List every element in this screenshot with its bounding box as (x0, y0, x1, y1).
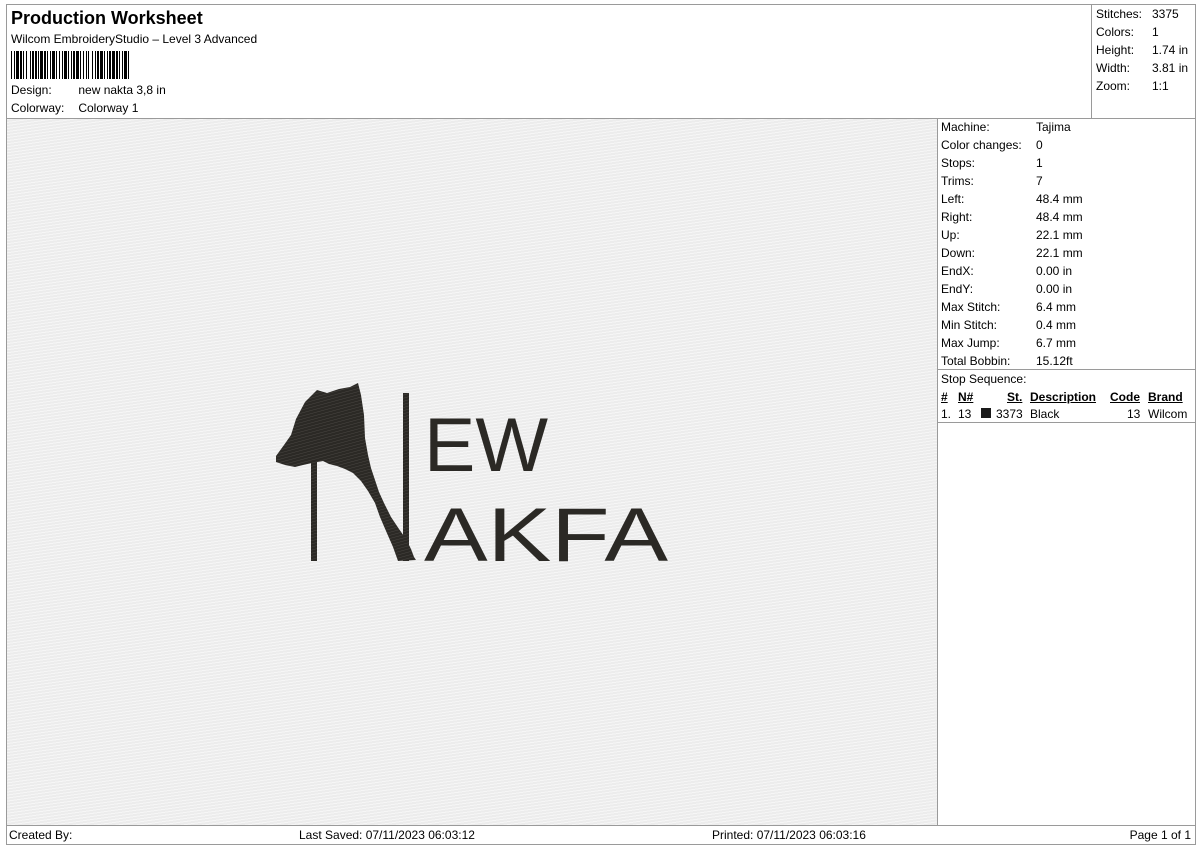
machine-row-value: 48.4 mm (1036, 192, 1083, 206)
stop-sequence-title: Stop Sequence: (941, 372, 1027, 386)
colorway-value: Colorway 1 (78, 101, 139, 115)
machine-row: Max Stitch: 6.4 mm (941, 300, 1076, 314)
map-silhouette-shape (276, 383, 416, 561)
machine-row-label: Machine: (941, 120, 990, 134)
design-text-line2: AKFA (424, 493, 668, 578)
machine-row-label: EndX: (941, 264, 974, 278)
machine-row-label: Max Stitch: (941, 300, 1001, 314)
embroidery-design: EW AKFA (276, 383, 668, 578)
summary-stats-panel: Stitches: 3375 Colors: 1 Height: 1.74 in Wi… (1091, 4, 1196, 119)
last-saved: Last Saved: 07/11/2023 06:03:12 (299, 828, 475, 842)
machine-row-value: 0.00 in (1036, 264, 1073, 278)
printed-date: Printed: 07/11/2023 06:03:16 (712, 828, 866, 842)
stat-stitches: Stitches: 3375 (1096, 7, 1179, 21)
machine-row-value: 0.4 mm (1036, 318, 1077, 332)
machine-row-value: 7 (1036, 174, 1043, 188)
machine-row-label: Left: (941, 192, 965, 206)
machine-row-label: Trims: (941, 174, 974, 188)
machine-row-value: 0 (1036, 138, 1043, 152)
machine-row-value: Tajima (1036, 120, 1071, 134)
machine-row-value: 6.4 mm (1036, 300, 1077, 314)
row-n: 13 (958, 407, 972, 421)
machine-row-value: 1 (1036, 156, 1043, 170)
design-text-line1: EW (424, 403, 548, 488)
row-description: Black (1030, 407, 1060, 421)
col-header-n: N# (958, 390, 974, 404)
machine-row: EndX: 0.00 in (941, 264, 1072, 278)
machine-row: Right: 48.4 mm (941, 210, 1083, 224)
software-name: Wilcom EmbroideryStudio – Level 3 Advanc… (11, 32, 258, 46)
design-label: Design: (11, 83, 52, 97)
machine-row-label: Up: (941, 228, 960, 242)
machine-row-label: Color changes: (941, 138, 1022, 152)
row-divider (938, 422, 1195, 423)
col-header-st: St. (1007, 390, 1023, 404)
machine-row: Min Stitch: 0.4 mm (941, 318, 1076, 332)
machine-row: EndY: 0.00 in (941, 282, 1072, 296)
machine-row: Up: 22.1 mm (941, 228, 1083, 242)
machine-row: Left: 48.4 mm (941, 192, 1083, 206)
col-header-description: Description (1030, 390, 1097, 404)
machine-row-label: Total Bobbin: (941, 354, 1011, 368)
created-by: Created By: (9, 828, 73, 842)
machine-row-value: 22.1 mm (1036, 228, 1083, 242)
page-number: Page 1 of 1 (1129, 828, 1191, 842)
machine-row-label: Right: (941, 210, 973, 224)
row-brand: Wilcom (1148, 407, 1188, 421)
colorway-label: Colorway: (11, 101, 65, 115)
row-st: 3373 (996, 407, 1023, 421)
col-header-num: # (941, 390, 948, 404)
stat-height: Height: 1.74 in (1096, 43, 1189, 57)
stop-sequence-panel: Stop Sequence: # N# St. Description Code… (937, 369, 1196, 826)
machine-row: Max Jump: 6.7 mm (941, 336, 1076, 350)
machine-row-value: 22.1 mm (1036, 246, 1083, 260)
machine-row-value: 48.4 mm (1036, 210, 1083, 224)
machine-row-label: Max Jump: (941, 336, 1000, 350)
barcode-image (11, 51, 129, 79)
machine-row-value: 0.00 in (1036, 282, 1073, 296)
design-value: new nakta 3,8 in (78, 83, 166, 97)
col-header-brand: Brand (1148, 390, 1183, 404)
worksheet-title: Production Worksheet (11, 8, 203, 28)
machine-row: Total Bobbin: 15.12ft (941, 354, 1073, 368)
machine-row: Stops: 1 (941, 156, 1043, 170)
machine-row-label: Stops: (941, 156, 976, 170)
stat-colors: Colors: 1 (1096, 25, 1159, 39)
letter-n-stem (311, 459, 317, 561)
colorway-row: Colorway: Colorway 1 (11, 101, 138, 115)
machine-row: Machine: Tajima (941, 120, 1071, 134)
machine-row-label: Down: (941, 246, 976, 260)
col-header-code: Code (1110, 390, 1140, 404)
row-num: 1. (941, 407, 952, 421)
letter-n-right-stem (403, 393, 409, 561)
machine-row: Trims: 7 (941, 174, 1043, 188)
machine-row-label: Min Stitch: (941, 318, 998, 332)
machine-row-value: 15.12ft (1036, 354, 1073, 368)
design-row: Design: new nakta 3,8 in (11, 83, 166, 97)
stat-width: Width: 3.81 in (1096, 61, 1189, 75)
stat-zoom: Zoom: 1:1 (1096, 79, 1169, 93)
row-code: 13 (1127, 407, 1141, 421)
design-preview-canvas: EW AKFA (6, 118, 938, 826)
worksheet-footer: Created By: Last Saved: 07/11/2023 06:03… (6, 825, 1196, 845)
machine-info-panel: Machine: Tajima Color changes: 0 Stops: 1 Trim… (937, 118, 1196, 370)
machine-row-value: 6.7 mm (1036, 336, 1077, 350)
machine-row: Color changes: 0 (941, 138, 1043, 152)
color-swatch (981, 408, 991, 418)
machine-row: Down: 22.1 mm (941, 246, 1083, 260)
worksheet-header: Production Worksheet Wilcom EmbroiderySt… (6, 4, 1092, 119)
machine-row-label: EndY: (941, 282, 974, 296)
